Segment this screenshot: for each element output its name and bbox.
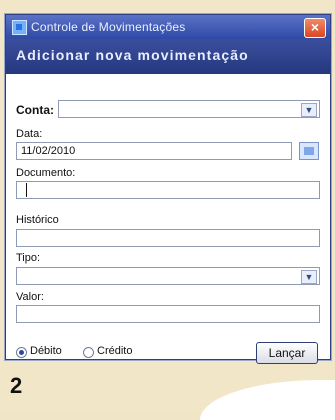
historico-label: Histórico	[16, 214, 59, 226]
titlebar: Controle de Movimentações ×	[6, 15, 330, 39]
data-label: Data:	[16, 128, 43, 140]
chevron-down-icon: ▼	[301, 270, 317, 284]
lancar-button[interactable]: Lançar	[256, 342, 318, 364]
tipo-label: Tipo:	[16, 252, 41, 264]
form-area: Conta: ▼ Data: 11/02/2010 Documento: His…	[6, 74, 330, 364]
data-field[interactable]: 11/02/2010	[16, 142, 292, 160]
data-value: 11/02/2010	[21, 145, 76, 157]
historico-field[interactable]	[16, 229, 320, 247]
conta-label: Conta:	[16, 103, 54, 117]
debito-radio[interactable]	[16, 347, 27, 358]
calendar-button[interactable]	[299, 142, 319, 160]
credito-label: Crédito	[97, 345, 133, 357]
valor-field[interactable]	[16, 305, 320, 323]
header-title: Adicionar nova movimentação	[16, 47, 249, 63]
dialog-window: Controle de Movimentações × Adicionar no…	[5, 14, 331, 364]
close-icon: ×	[310, 19, 320, 35]
documento-label: Documento:	[16, 167, 76, 179]
chevron-down-icon: ▼	[301, 103, 317, 117]
app-icon	[12, 20, 27, 35]
conta-select[interactable]: ▼	[58, 100, 320, 118]
valor-label: Valor:	[16, 291, 44, 303]
documento-field[interactable]	[16, 181, 320, 199]
debito-label: Débito	[30, 345, 62, 357]
close-button[interactable]: ×	[304, 18, 326, 38]
credito-radio[interactable]	[83, 347, 94, 358]
page-number: 2	[10, 373, 23, 398]
header-band: Adicionar nova movimentação	[6, 39, 330, 74]
text-caret	[26, 183, 27, 197]
tipo-select[interactable]: ▼	[16, 267, 320, 285]
window-title: Controle de Movimentações	[31, 20, 186, 34]
